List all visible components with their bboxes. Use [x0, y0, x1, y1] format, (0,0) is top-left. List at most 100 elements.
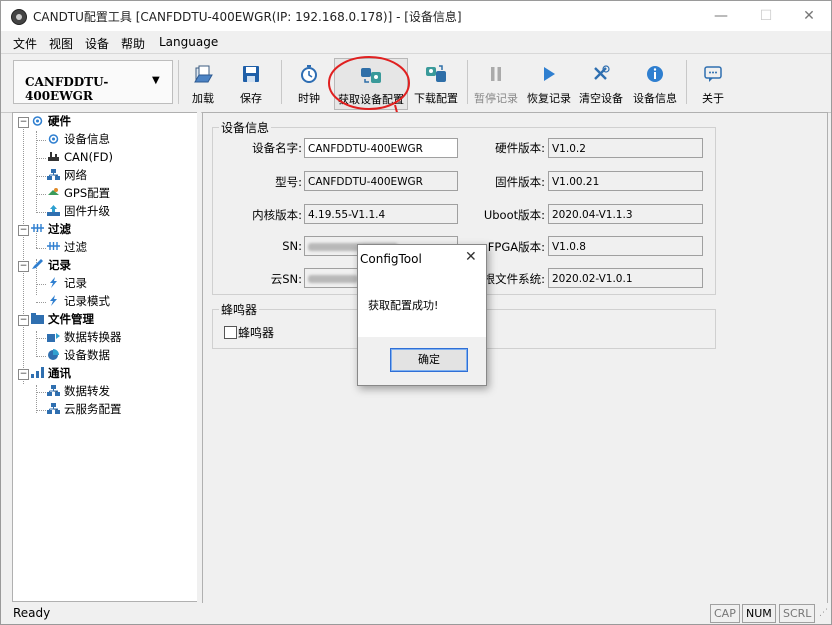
resume-record-button[interactable]: 恢复记录: [525, 58, 573, 108]
window-title: CANDTU配置工具 [CANFDDTU-400EWGR(IP: 192.168…: [33, 10, 462, 24]
minimize-button[interactable]: —: [698, 1, 744, 31]
load-label: 加载: [192, 92, 214, 105]
tree-item-gps[interactable]: GPS配置: [47, 184, 110, 202]
dialog-ok-button[interactable]: 确定: [390, 348, 468, 372]
pane-splitter[interactable]: [197, 112, 201, 602]
tree-label: 设备信息: [64, 132, 110, 146]
get-config-button[interactable]: 获取设备配置: [334, 58, 408, 110]
tree-item-record[interactable]: 记录: [47, 274, 87, 292]
gps-icon: [48, 188, 59, 195]
scroll-lock-indicator: SCRL: [779, 604, 816, 623]
firmware-version-label: 固件版本:: [495, 175, 545, 189]
tree-item-firmware-upgrade[interactable]: 固件升级: [47, 202, 110, 220]
message-dialog: ConfigTool ✕ 获取配置成功! 确定: [357, 244, 487, 386]
get-config-icon: [361, 68, 381, 83]
hardware-icon: [32, 116, 43, 126]
menu-bar: 文件 视图 设备 帮助 Language: [1, 31, 831, 53]
tree-label: 云服务配置: [64, 402, 122, 416]
lightning-icon: [50, 277, 57, 288]
toolbar-separator: [686, 60, 687, 104]
toolbar-separator: [178, 60, 179, 104]
device-info-button[interactable]: 设备信息: [631, 58, 679, 108]
expander-hardware[interactable]: −: [18, 117, 29, 128]
title-bar[interactable]: CANDTU配置工具 [CANFDDTU-400EWGR(IP: 192.168…: [1, 1, 831, 31]
hardware-icon: [48, 134, 59, 144]
dialog-title: ConfigTool: [360, 252, 422, 266]
content-panel: 设备信息 设备名字: CANFDDTU-400EWGR 型号: CANFDDTU…: [202, 112, 828, 604]
save-button[interactable]: 保存: [233, 58, 269, 108]
clock-label: 时钟: [298, 92, 320, 105]
menu-help[interactable]: 帮助: [121, 35, 145, 52]
save-icon: [243, 66, 259, 82]
pause-record-button[interactable]: 暂停记录: [473, 58, 519, 108]
menu-file[interactable]: 文件: [13, 35, 37, 52]
tree-label: 文件管理: [48, 312, 94, 326]
tree-label: 过滤: [48, 222, 71, 236]
expander-record[interactable]: −: [18, 261, 29, 272]
tree-item-filter[interactable]: 过滤: [47, 238, 87, 256]
resize-grip-icon[interactable]: ⋰: [819, 608, 828, 618]
device-name-field[interactable]: CANFDDTU-400EWGR: [304, 138, 458, 158]
upgrade-icon: [47, 205, 60, 216]
tree-item-data-converter[interactable]: 数据转换器: [47, 328, 122, 346]
device-selector[interactable]: CANFDDTU-400EWGR ▼: [13, 60, 173, 104]
redacted-value: [308, 275, 358, 283]
tree-item-can-fd[interactable]: CAN(FD): [47, 148, 113, 166]
clock-button[interactable]: 时钟: [291, 58, 327, 108]
kernel-version-field: 4.19.55-V1.1.4: [304, 204, 458, 224]
clear-icon: [594, 65, 610, 80]
dialog-close-button[interactable]: ✕: [465, 249, 477, 265]
get-config-label: 获取设备配置: [338, 93, 404, 106]
model-field: CANFDDTU-400EWGR: [304, 171, 458, 191]
maximize-button[interactable]: ☐: [743, 1, 789, 31]
about-icon: [704, 66, 722, 82]
tree-item-device-data[interactable]: 设备数据: [47, 346, 110, 364]
about-button[interactable]: 关于: [695, 58, 731, 108]
device-info-label: 设备信息: [633, 92, 677, 105]
tree-node-file-management[interactable]: 文件管理: [31, 310, 94, 328]
tree-item-data-forward[interactable]: 数据转发: [47, 382, 110, 400]
load-icon: [194, 65, 213, 83]
menu-device[interactable]: 设备: [85, 35, 109, 52]
tree-item-device-info[interactable]: 设备信息: [47, 130, 110, 148]
load-button[interactable]: 加载: [185, 58, 221, 108]
filter-icon: [31, 224, 44, 232]
num-lock-indicator: NUM: [742, 604, 776, 623]
expander-communication[interactable]: −: [18, 369, 29, 380]
download-config-button[interactable]: 下载配置: [411, 58, 461, 108]
menu-view[interactable]: 视图: [49, 35, 73, 52]
clear-device-button[interactable]: 清空设备: [577, 58, 625, 108]
menu-language[interactable]: Language: [159, 35, 218, 49]
toolbar-separator: [281, 60, 282, 104]
tree-node-filter[interactable]: 过滤: [31, 220, 71, 238]
device-info-group-title: 设备信息: [219, 119, 272, 136]
firmware-version-field: V1.00.21: [548, 171, 703, 191]
tree-label: 硬件: [48, 114, 71, 128]
tree-item-record-mode[interactable]: 记录模式: [47, 292, 110, 310]
tree-node-record[interactable]: 记录: [31, 256, 71, 274]
tree-label: 数据转发: [64, 384, 110, 398]
model-label: 型号:: [275, 175, 302, 189]
tree-node-hardware[interactable]: 硬件: [31, 112, 71, 130]
tree-item-network[interactable]: 网络: [47, 166, 87, 184]
app-icon: [11, 9, 27, 25]
buzzer-checkbox[interactable]: [224, 326, 237, 339]
close-button[interactable]: ✕: [786, 1, 832, 31]
fpga-version-label: FPGA版本:: [487, 240, 545, 254]
can-icon: [48, 152, 59, 161]
folder-icon: [31, 313, 44, 324]
converter-icon: [47, 333, 60, 342]
tree-label: 过滤: [64, 240, 87, 254]
tree-label: 通讯: [48, 366, 71, 380]
rootfs-version-field: 2020.02-V1.0.1: [548, 268, 703, 288]
kernel-version-label: 内核版本:: [252, 208, 302, 222]
fpga-version-field: V1.0.8: [548, 236, 703, 256]
status-text: Ready: [13, 606, 51, 620]
tree-label: GPS配置: [64, 186, 111, 200]
tree-item-cloud-service[interactable]: 云服务配置: [47, 400, 122, 418]
signal-bars-icon: [31, 367, 44, 378]
expander-filter[interactable]: −: [18, 225, 29, 236]
tree-node-communication[interactable]: 通讯: [31, 364, 71, 382]
filter-icon: [47, 242, 60, 250]
expander-file-management[interactable]: −: [18, 315, 29, 326]
